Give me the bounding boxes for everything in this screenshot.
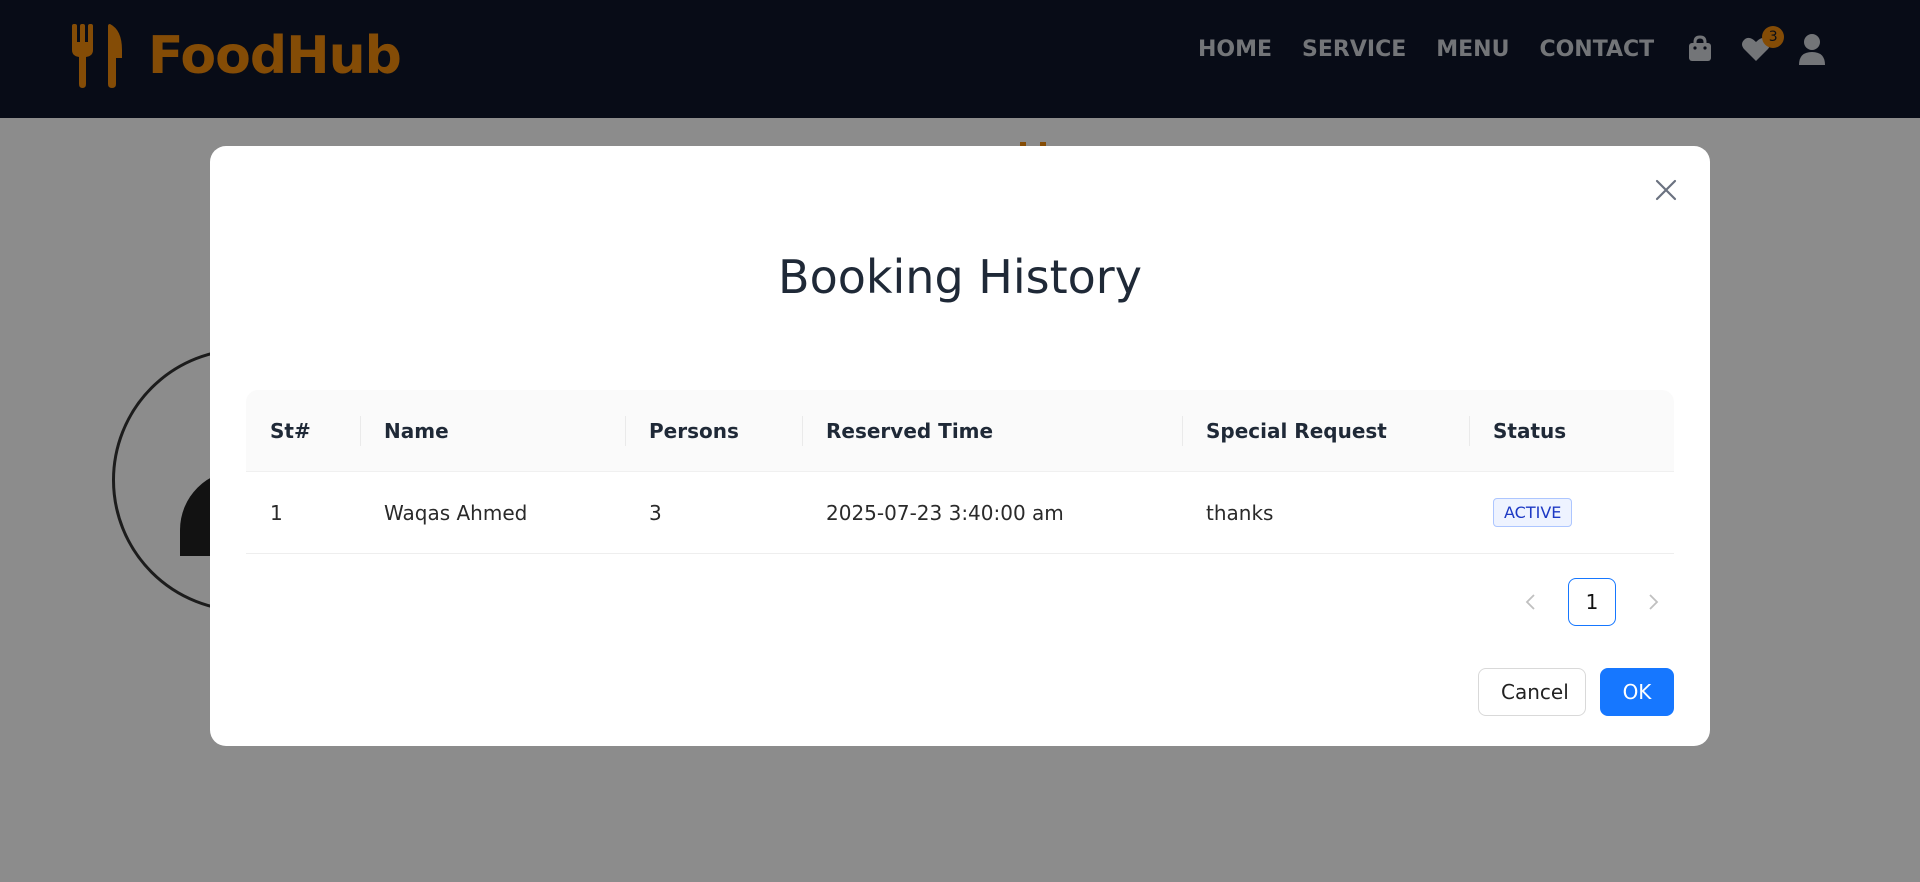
cell-name: Waqas Ahmed [384,500,528,525]
column-header-special-request: Special Request [1182,390,1469,472]
pagination: 1 [1510,578,1674,626]
page-number-button[interactable]: 1 [1568,578,1616,626]
close-icon [1655,179,1677,201]
next-page-button[interactable] [1634,578,1674,626]
cell-special-request: thanks [1206,500,1274,525]
column-header-name: Name [360,390,625,472]
booking-history-modal: Booking History St# Name Persons Reserve… [210,146,1710,746]
table-row[interactable]: 1 Waqas Ahmed 3 2025-07-23 3:40:00 am th… [246,472,1674,554]
cell-st: 1 [270,500,283,525]
cell-reserved-time: 2025-07-23 3:40:00 am [826,500,1064,525]
modal-title: Booking History [778,250,1142,304]
ok-button[interactable]: OK [1600,668,1674,716]
cancel-button[interactable]: Cancel [1478,668,1586,716]
modal-footer: Cancel OK [1478,668,1674,716]
column-header-st: St# [270,418,311,443]
column-header-persons: Persons [625,390,802,472]
table-header: St# Name Persons Reserved Time Special R… [246,390,1674,472]
cell-status: ACTIVE [1469,498,1674,527]
chevron-right-icon [1649,594,1659,610]
prev-page-button[interactable] [1510,578,1550,626]
close-button[interactable] [1650,174,1682,206]
chevron-left-icon [1525,594,1535,610]
booking-table: St# Name Persons Reserved Time Special R… [246,390,1674,554]
column-header-reserved-time: Reserved Time [802,390,1182,472]
status-badge: ACTIVE [1493,498,1573,527]
cell-persons: 3 [649,500,662,525]
column-header-status: Status [1469,390,1674,472]
